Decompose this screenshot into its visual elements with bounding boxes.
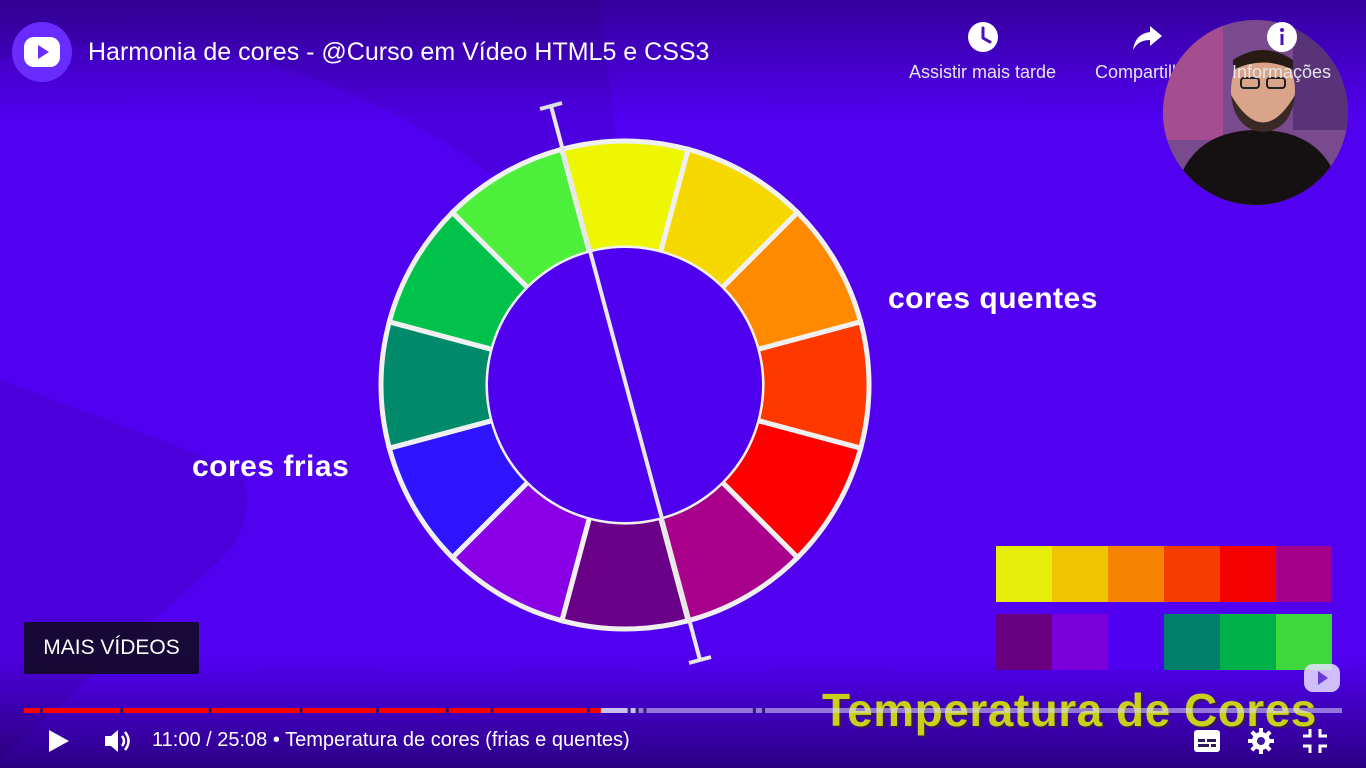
chapter-marker	[635, 708, 639, 713]
chapter-marker	[490, 708, 494, 713]
color-swatch	[1052, 614, 1108, 670]
cold-colors-label: cores frias	[192, 450, 350, 483]
color-swatch	[1220, 614, 1276, 670]
warm-colors-label: cores quentes	[888, 282, 1098, 315]
chapter-marker	[586, 708, 590, 713]
chapter-marker	[627, 708, 631, 713]
channel-watermark-icon[interactable]	[1302, 660, 1342, 696]
info-label: Informações	[1232, 62, 1332, 82]
time-separator: /	[200, 729, 218, 751]
color-swatch	[996, 546, 1052, 602]
color-swatch	[1276, 546, 1332, 602]
progress-track	[24, 708, 1342, 713]
chapter-marker	[299, 708, 303, 713]
channel-play-icon	[24, 37, 60, 67]
progress-played	[24, 708, 601, 713]
settings-gear-icon[interactable]	[1247, 727, 1275, 755]
video-title[interactable]: Harmonia de cores - @Curso em Vídeo HTML…	[88, 38, 709, 67]
color-swatch	[1164, 546, 1220, 602]
video-player[interactable]: Harmonia de cores - @Curso em Vídeo HTML…	[0, 0, 1366, 768]
more-videos-button[interactable]: MAIS VÍDEOS	[24, 622, 199, 674]
channel-logo[interactable]	[12, 22, 72, 82]
chapter-marker	[39, 708, 43, 713]
watch-later-label: Assistir mais tarde	[909, 62, 1057, 82]
chapter-marker	[120, 708, 124, 713]
duration: 25:08	[217, 729, 268, 751]
volume-icon[interactable]	[103, 727, 135, 755]
current-time: 11:00	[152, 729, 201, 751]
color-swatch	[1220, 546, 1276, 602]
warm-swatch-row	[996, 546, 1332, 602]
chapter-marker	[752, 708, 756, 713]
time-display: 11:00 / 25:08 • Temperatura de cores (fr…	[152, 729, 630, 752]
chapter-marker	[375, 708, 379, 713]
chapter-marker	[208, 708, 212, 713]
color-swatch	[996, 614, 1052, 670]
share-icon	[1132, 26, 1162, 50]
exit-fullscreen-icon[interactable]	[1302, 728, 1328, 754]
progress-bar[interactable]	[24, 708, 1342, 713]
color-swatch	[1164, 614, 1220, 670]
info-icon	[1266, 22, 1297, 52]
color-swatch	[1108, 614, 1164, 670]
color-swatch	[1052, 546, 1108, 602]
chapter-marker	[643, 708, 647, 713]
chapter-separator: •	[267, 729, 286, 751]
chapter-marker	[762, 708, 766, 713]
chapter-marker	[445, 708, 449, 713]
color-swatch	[1108, 546, 1164, 602]
watch-later-button[interactable]: Assistir mais tarde	[909, 20, 1056, 83]
chapter-title[interactable]: Temperatura de cores (frias e quentes)	[285, 729, 630, 751]
play-icon[interactable]	[44, 727, 72, 755]
info-button[interactable]: Informações	[1232, 20, 1331, 83]
subtitles-icon[interactable]	[1193, 728, 1221, 754]
clock-icon	[967, 22, 998, 52]
cold-swatch-row	[996, 614, 1332, 670]
